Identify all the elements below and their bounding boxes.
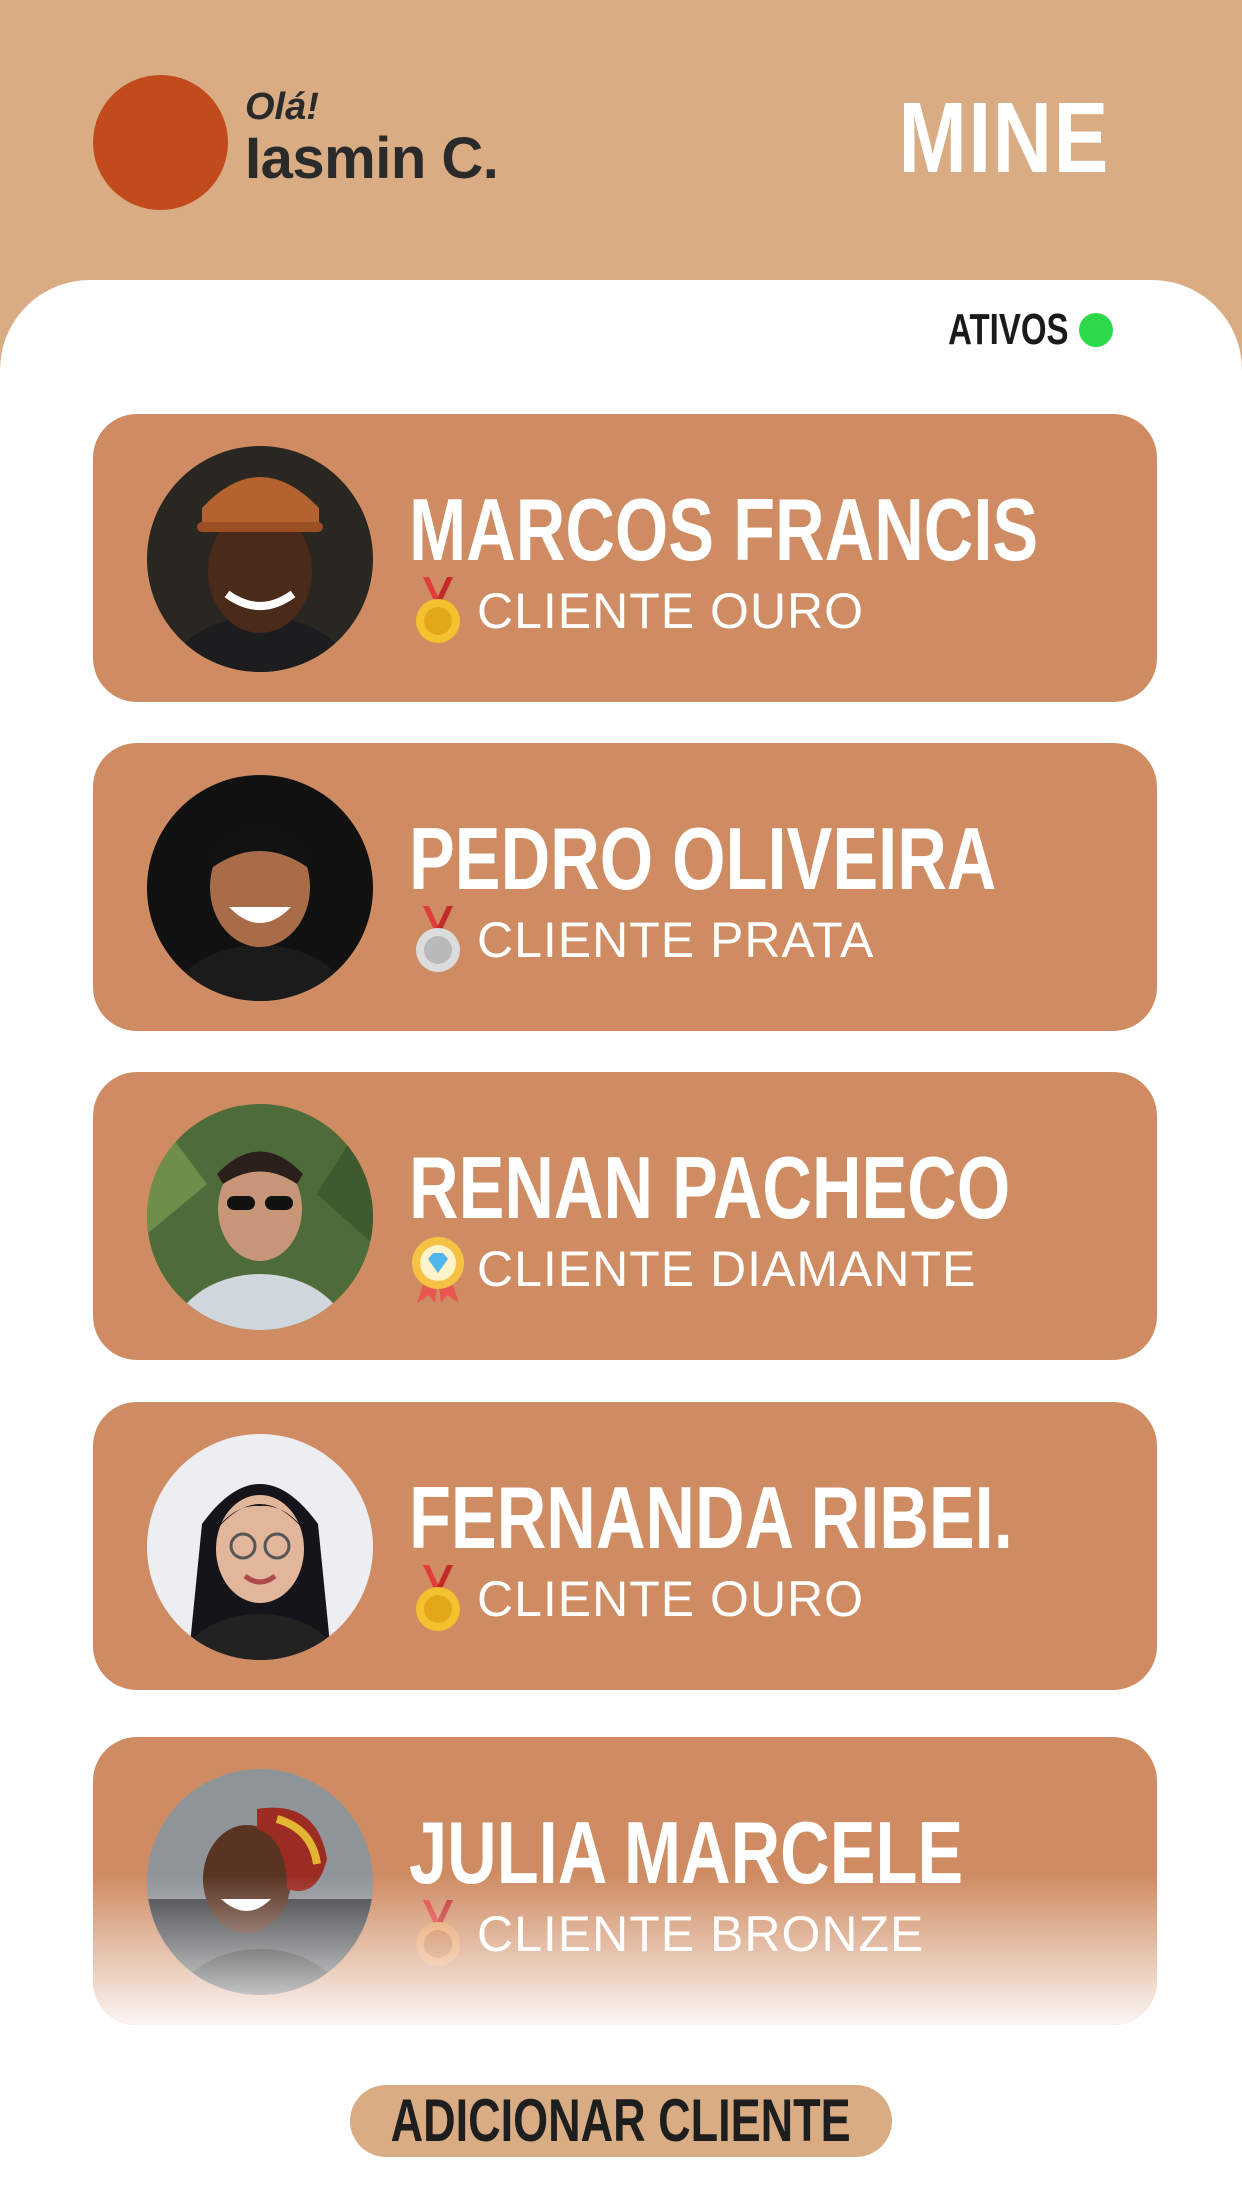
client-tier: CLIENTE PRATA bbox=[409, 906, 874, 974]
client-card[interactable]: FERNANDA RIBEI. CLIENTE OURO bbox=[93, 1402, 1157, 1690]
silver-medal-icon bbox=[416, 906, 460, 972]
client-tier-label: CLIENTE OURO bbox=[477, 1571, 865, 1627]
client-name: PEDRO OLIVEIRA bbox=[409, 809, 997, 908]
client-name: MARCOS FRANCIS bbox=[409, 480, 1039, 579]
brand-logo: MINE bbox=[898, 82, 1110, 194]
client-name: JULIA MARCELE bbox=[409, 1803, 964, 1902]
client-card[interactable]: RENAN PACHECO CLIENTE DIAMANTE bbox=[93, 1072, 1157, 1360]
client-photo bbox=[147, 1769, 373, 1995]
client-name: RENAN PACHECO bbox=[409, 1138, 1011, 1237]
client-photo bbox=[147, 446, 373, 672]
gold-medal-icon bbox=[416, 577, 460, 643]
active-status[interactable]: ATIVOS bbox=[908, 308, 1113, 352]
diamond-badge-icon bbox=[412, 1237, 464, 1303]
client-tier: CLIENTE OURO bbox=[409, 577, 864, 645]
client-card[interactable]: JULIA MARCELE CLIENTE BRONZE bbox=[93, 1737, 1157, 2025]
client-card[interactable]: PEDRO OLIVEIRA CLIENTE PRATA bbox=[93, 743, 1157, 1031]
gold-medal-icon bbox=[416, 1565, 460, 1631]
client-tier: CLIENTE OURO bbox=[409, 1565, 864, 1633]
status-dot-icon bbox=[1079, 313, 1113, 347]
client-name: FERNANDA RIBEI. bbox=[409, 1468, 1013, 1567]
client-tier-label: CLIENTE BRONZE bbox=[477, 1906, 925, 1962]
client-photo bbox=[147, 1434, 373, 1660]
greeting-text: Olá! bbox=[245, 86, 319, 128]
client-card[interactable]: MARCOS FRANCIS CLIENTE OURO bbox=[93, 414, 1157, 702]
user-avatar[interactable] bbox=[93, 75, 228, 210]
status-label: ATIVOS bbox=[948, 305, 1069, 354]
username-text: Iasmin C. bbox=[245, 126, 499, 191]
add-client-label: ADICIONAR CLIENTE bbox=[390, 2087, 852, 2154]
add-client-button[interactable]: ADICIONAR CLIENTE bbox=[350, 2085, 892, 2157]
client-tier: CLIENTE DIAMANTE bbox=[409, 1235, 976, 1303]
client-tier-label: CLIENTE OURO bbox=[477, 583, 865, 639]
client-photo bbox=[147, 1104, 373, 1330]
client-photo bbox=[147, 775, 373, 1001]
bronze-medal-icon bbox=[416, 1900, 460, 1966]
client-tier: CLIENTE BRONZE bbox=[409, 1900, 924, 1968]
client-tier-label: CLIENTE DIAMANTE bbox=[477, 1241, 977, 1297]
client-tier-label: CLIENTE PRATA bbox=[477, 912, 875, 968]
